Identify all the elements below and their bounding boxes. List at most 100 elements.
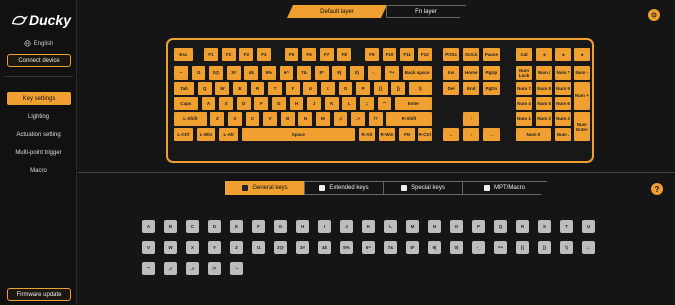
key[interactable]: Caps: [174, 96, 198, 111]
general-key[interactable]: /?: [208, 262, 221, 275]
nav-actuation-setting[interactable]: Actuation setting: [0, 128, 77, 141]
key[interactable]: ◂: [573, 48, 590, 62]
key[interactable]: ↓: [463, 127, 480, 141]
key[interactable]: Enter: [395, 96, 432, 111]
key[interactable]: Num 1: [515, 112, 533, 126]
key[interactable]: B: [280, 112, 295, 126]
key[interactable]: F8: [337, 48, 352, 62]
general-key[interactable]: K: [362, 220, 375, 233]
key[interactable]: Tab: [174, 81, 195, 95]
key[interactable]: F11: [400, 48, 415, 62]
general-key[interactable]: G: [274, 220, 287, 233]
key[interactable]: F2: [221, 48, 236, 62]
key[interactable]: Q: [197, 81, 212, 95]
general-key[interactable]: 8*: [406, 241, 419, 254]
key[interactable]: L-Ctrl: [174, 127, 193, 141]
key[interactable]: /?: [368, 112, 383, 126]
key[interactable]: H: [289, 96, 304, 111]
key[interactable]: Num 8: [535, 81, 553, 95]
general-key[interactable]: ;:: [582, 241, 595, 254]
key[interactable]: J: [307, 96, 322, 111]
general-key[interactable]: H: [296, 220, 309, 233]
general-key[interactable]: Y: [208, 241, 221, 254]
key[interactable]: W: [215, 81, 230, 95]
key[interactable]: Num -: [573, 66, 590, 80]
general-key[interactable]: ,<: [164, 262, 177, 275]
general-key[interactable]: '": [142, 262, 155, 275]
key[interactable]: C: [245, 112, 260, 126]
key[interactable]: F1: [204, 48, 218, 62]
key[interactable]: Home: [463, 66, 480, 80]
key[interactable]: M: [316, 112, 330, 126]
key[interactable]: D: [236, 96, 251, 111]
key[interactable]: ~: [174, 66, 188, 80]
key[interactable]: V: [263, 112, 278, 126]
general-key[interactable]: !1: [252, 241, 265, 254]
general-key[interactable]: \|: [560, 241, 573, 254]
general-key[interactable]: D: [208, 220, 221, 233]
tab-mpt-macro[interactable]: MPT/Macro: [462, 181, 547, 195]
general-key[interactable]: 6^: [362, 241, 375, 254]
key[interactable]: Y: [285, 81, 300, 95]
general-key[interactable]: E: [230, 220, 243, 233]
key[interactable]: Num 6: [554, 96, 572, 111]
general-key[interactable]: L: [384, 220, 397, 233]
nav-lighting[interactable]: Lighting: [0, 110, 77, 123]
general-key[interactable]: B: [164, 220, 177, 233]
key[interactable]: Num Enter: [573, 112, 590, 141]
general-key[interactable]: ]}: [538, 241, 551, 254]
general-key[interactable]: X: [186, 241, 199, 254]
general-key[interactable]: Q: [494, 220, 507, 233]
key[interactable]: 3#: [226, 66, 241, 80]
key[interactable]: R-Ctrl: [417, 127, 432, 141]
key[interactable]: Z: [210, 112, 225, 126]
key[interactable]: '": [377, 96, 392, 111]
key[interactable]: Num 4: [515, 96, 533, 111]
general-key[interactable]: S: [538, 220, 551, 233]
key[interactable]: PgDn: [483, 81, 500, 95]
help-icon[interactable]: ?: [651, 183, 663, 195]
key[interactable]: .>: [351, 112, 366, 126]
key[interactable]: PgUp: [483, 66, 500, 80]
key[interactable]: 7&: [297, 66, 311, 80]
general-key[interactable]: =+: [494, 241, 507, 254]
key[interactable]: R-Shift: [386, 112, 432, 126]
key[interactable]: ;:: [360, 96, 374, 111]
key[interactable]: R-Alt: [358, 127, 376, 141]
key[interactable]: L-Win: [196, 127, 216, 141]
key[interactable]: G: [272, 96, 286, 111]
key[interactable]: L-Shift: [174, 112, 207, 126]
key[interactable]: Num 7: [515, 81, 533, 95]
general-key[interactable]: M: [406, 220, 419, 233]
key[interactable]: Num /: [535, 66, 553, 80]
key[interactable]: 4$: [244, 66, 259, 80]
key[interactable]: Cal: [515, 48, 533, 62]
key[interactable]: Num Lock: [515, 66, 533, 80]
key[interactable]: R-Win: [378, 127, 396, 141]
general-key[interactable]: `~: [230, 262, 243, 275]
key[interactable]: S: [219, 96, 234, 111]
connect-device-button[interactable]: Connect device: [7, 54, 71, 67]
key[interactable]: Num 2: [535, 112, 553, 126]
key[interactable]: U: [303, 81, 318, 95]
general-key[interactable]: R: [516, 220, 529, 233]
key[interactable]: F12: [417, 48, 432, 62]
key[interactable]: L-Alt: [219, 127, 239, 141]
key[interactable]: Num 9: [554, 81, 572, 95]
general-key[interactable]: 2@: [274, 241, 287, 254]
key[interactable]: R: [250, 81, 265, 95]
key[interactable]: Num 3: [554, 112, 572, 126]
key[interactable]: \|: [409, 81, 432, 95]
settings-icon[interactable]: [648, 9, 660, 21]
general-key[interactable]: .>: [186, 262, 199, 275]
firmware-update-button[interactable]: Firmware update: [7, 288, 71, 301]
key[interactable]: Num 5: [535, 96, 553, 111]
key[interactable]: 9(: [332, 66, 347, 80]
language-selector[interactable]: English: [0, 40, 77, 47]
general-key[interactable]: W: [164, 241, 177, 254]
key[interactable]: Num +: [573, 81, 590, 111]
key[interactable]: ↑: [463, 112, 480, 126]
key[interactable]: F5: [284, 48, 299, 62]
key[interactable]: Esc: [174, 48, 193, 62]
general-key[interactable]: C: [186, 220, 199, 233]
